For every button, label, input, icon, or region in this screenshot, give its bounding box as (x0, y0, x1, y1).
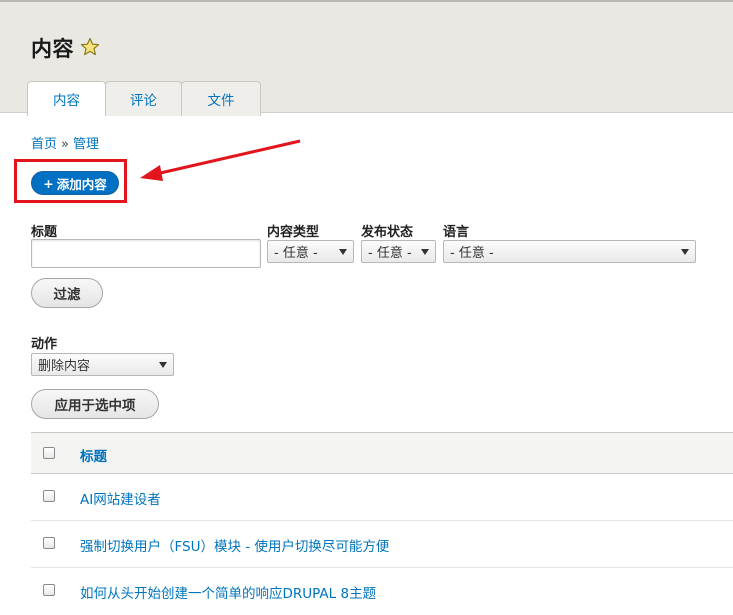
title-filter-input[interactable] (31, 239, 261, 268)
tab-files[interactable]: 文件 (181, 81, 261, 116)
tab-label: 内容 (53, 93, 80, 109)
add-content-label: 添加内容 (56, 176, 107, 192)
apply-to-selected-button[interactable]: 应用于选中项 (31, 389, 159, 419)
action-label: 动作 (31, 337, 58, 352)
select-value: - 任意 - (368, 246, 412, 261)
row-checkbox[interactable] (43, 537, 55, 549)
content-title-link[interactable]: 如何从头开始创建一个简单的响应DRUPAL 8主题 (80, 582, 376, 602)
tab-label: 文件 (207, 93, 235, 109)
select-all-checkbox[interactable] (43, 447, 55, 459)
tab-comments[interactable]: 评论 (105, 81, 182, 116)
action-select[interactable]: 删除内容 (31, 353, 174, 376)
status-filter-select[interactable]: - 任意 - (361, 240, 436, 263)
add-content-button[interactable]: + 添加内容 (31, 171, 119, 195)
table-row: 强制切换用户（FSU）模块 - 使用户切换尽可能方便 (31, 521, 733, 568)
chevron-down-icon (159, 362, 167, 368)
tab-label: 评论 (130, 93, 157, 109)
row-checkbox[interactable] (43, 490, 55, 502)
table-row: 如何从头开始创建一个简单的响应DRUPAL 8主题 (31, 568, 733, 615)
select-value: - 任意 - (274, 246, 318, 261)
breadcrumb-admin-link[interactable]: 管理 (73, 137, 99, 152)
page-title: 内容 (31, 37, 74, 61)
status-filter-label: 发布状态 (361, 225, 414, 240)
page-header: 内容 内容 评论 文件 (0, 0, 733, 116)
breadcrumb-home-link[interactable]: 首页 (31, 137, 57, 152)
chevron-down-icon (339, 249, 347, 255)
title-filter-label: 标题 (31, 225, 58, 240)
type-filter-select[interactable]: - 任意 - (267, 240, 354, 263)
apply-button-label: 应用于选中项 (54, 398, 136, 414)
select-value: - 任意 - (450, 246, 494, 261)
filter-button-label: 过滤 (53, 287, 81, 303)
table-row: AI网站建设者 (31, 474, 733, 521)
content-title-link[interactable]: AI网站建设者 (80, 488, 161, 508)
content-title-link[interactable]: 强制切换用户（FSU）模块 - 使用户切换尽可能方便 (80, 535, 389, 555)
chevron-down-icon (421, 249, 429, 255)
tab-content[interactable]: 内容 (27, 81, 106, 116)
filter-button[interactable]: 过滤 (31, 278, 103, 308)
language-filter-label: 语言 (443, 225, 470, 240)
plus-icon: + (43, 175, 54, 191)
table-header: 标题 (31, 432, 733, 474)
language-filter-select[interactable]: - 任意 - (443, 240, 696, 263)
type-filter-label: 内容类型 (267, 225, 320, 240)
breadcrumb: 首页 » 管理 (31, 133, 99, 152)
chevron-down-icon (681, 249, 689, 255)
select-value: 删除内容 (38, 359, 91, 374)
row-checkbox[interactable] (43, 584, 55, 596)
star-icon[interactable] (80, 37, 100, 57)
title-column-header[interactable]: 标题 (80, 445, 107, 465)
breadcrumb-separator: » (61, 137, 69, 152)
annotation-arrow-icon (140, 139, 301, 181)
